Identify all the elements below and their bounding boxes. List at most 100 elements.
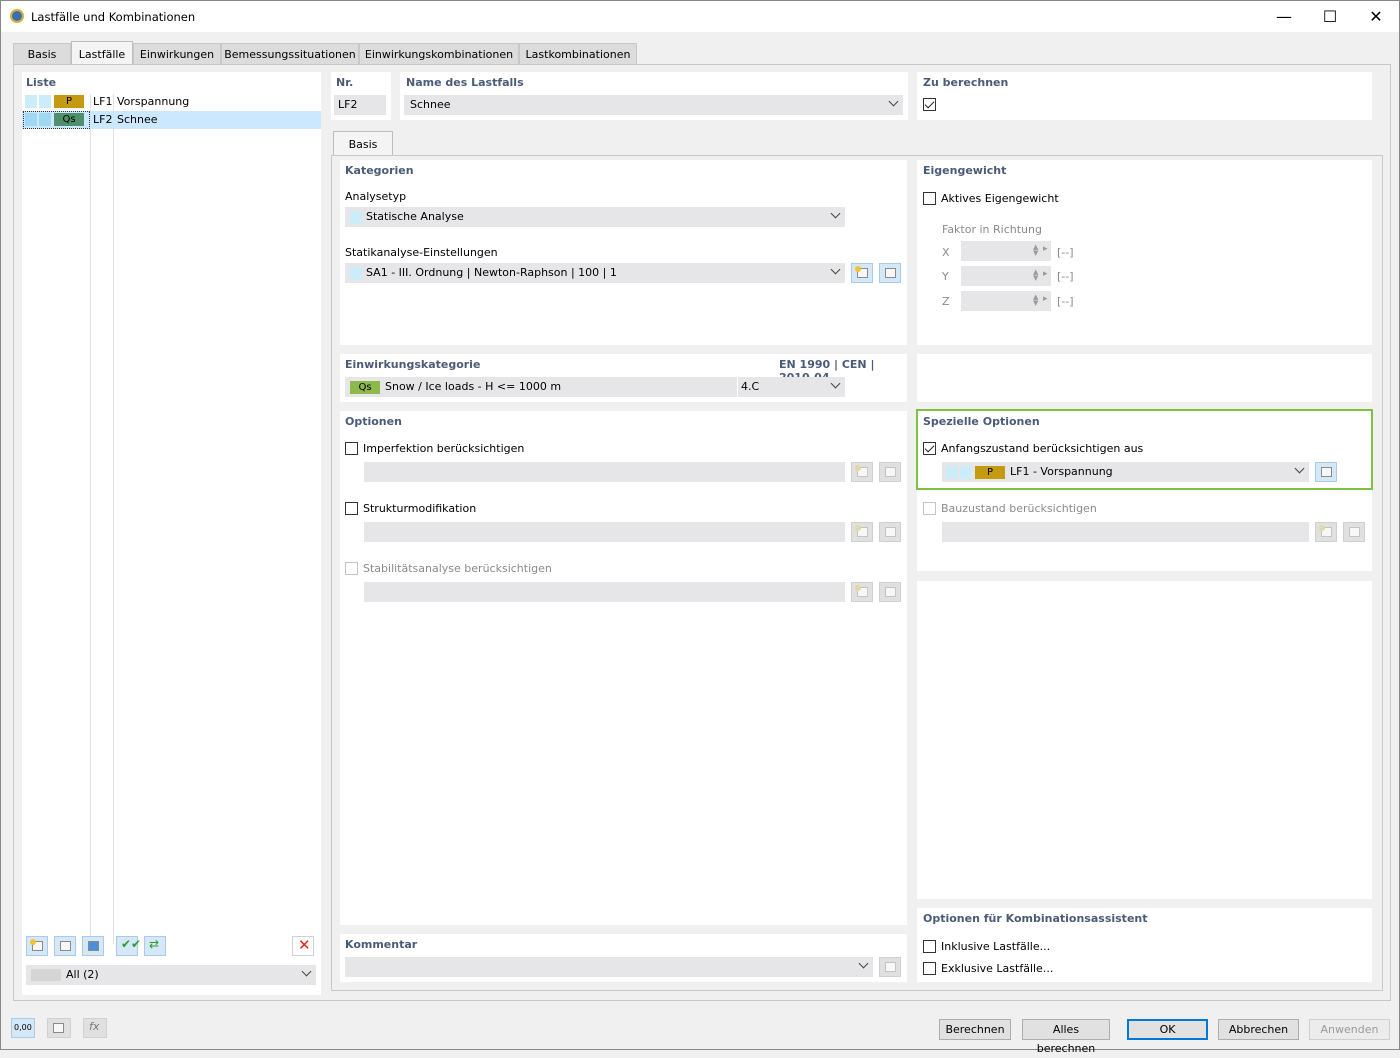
list-filter-select[interactable]: All (2) — [26, 965, 316, 985]
calc-checkbox[interactable] — [923, 98, 936, 111]
faktor-label: Faktor in Richtung — [942, 223, 1042, 236]
eigengewicht-header: Eigengewicht — [923, 164, 1007, 177]
toggle-check-icon[interactable]: ⇄ — [144, 936, 166, 956]
display-properties-icon[interactable] — [47, 1018, 71, 1038]
color-square — [350, 211, 362, 224]
import-button[interactable] — [82, 936, 104, 956]
minimize-button[interactable]: — — [1261, 1, 1307, 32]
app-icon — [10, 9, 24, 23]
settings-select[interactable]: SA1 - III. Ordnung | Newton-Raphson | 10… — [345, 263, 845, 283]
filter-swatch — [31, 969, 61, 981]
eigengewicht-panel: Eigengewicht Aktives Eigengewicht Faktor… — [917, 160, 1372, 345]
loadcase-name: Schnee — [117, 113, 158, 126]
list-header: Liste — [26, 76, 57, 89]
kombi-panel: Optionen für Kombinationsassistent Inklu… — [917, 908, 1372, 982]
window-title: Lastfälle und Kombinationen — [31, 10, 196, 24]
list-item[interactable]: P LF1 Vorspannung — [22, 93, 321, 111]
subtab-basis[interactable]: Basis — [333, 131, 393, 156]
calc-label: Zu berechnen — [923, 76, 1009, 89]
anwenden-button: Anwenden — [1309, 1019, 1390, 1040]
tab-basis[interactable]: Basis — [13, 43, 71, 65]
analysetyp-label: Analysetyp — [345, 190, 407, 203]
ok-button[interactable]: OK — [1127, 1019, 1208, 1040]
tab-lastkombinationen[interactable]: Lastkombinationen — [519, 43, 637, 65]
loadcase-id: LF1 — [93, 95, 113, 108]
delete-button[interactable]: ✕ — [292, 936, 314, 956]
kommentar-panel: Kommentar — [340, 934, 907, 982]
list-item-selected[interactable]: Qs LF2 Schnee — [22, 111, 321, 129]
bauzustand-checkbox — [923, 502, 936, 515]
chevron-down-icon — [830, 378, 841, 389]
tab-einwirkungen[interactable]: Einwirkungen — [133, 43, 221, 65]
close-button[interactable]: ✕ — [1353, 1, 1399, 32]
new-loadcase-button[interactable] — [26, 936, 48, 956]
factor-z-spinner[interactable]: ▲ ▼ ▸ — [961, 291, 1051, 311]
inklusive-checkbox[interactable] — [923, 940, 936, 953]
units-icon-text: 0,00 — [14, 1023, 32, 1032]
name-select[interactable]: Schnee — [404, 95, 903, 115]
color-square — [39, 95, 51, 108]
edit-bauzustand-button — [1343, 522, 1365, 542]
exklusive-label: Exklusive Lastfälle... — [941, 962, 1054, 975]
bauzustand-field — [942, 522, 1309, 542]
strukturmod-field — [364, 522, 845, 542]
function-icon[interactable]: fx — [83, 1018, 107, 1038]
color-square — [350, 267, 362, 280]
eigengewicht-checkbox[interactable] — [923, 192, 936, 205]
edit-stabilitaet-button — [879, 582, 901, 602]
optionen-header: Optionen — [345, 415, 402, 428]
axis-z-label: Z — [942, 295, 950, 308]
new-stabilitaet-button — [851, 582, 873, 602]
chevron-down-icon — [830, 264, 841, 275]
edit-imperfektion-button — [879, 462, 901, 482]
einwirkung-code: 4.C — [741, 380, 760, 393]
name-label: Name des Lastfalls — [406, 76, 524, 89]
units-icon[interactable]: 0,00 — [11, 1018, 35, 1038]
analysetyp-select[interactable]: Statische Analyse — [345, 207, 845, 227]
edit-strukturmod-button — [879, 522, 901, 542]
loadcase-badge: P — [54, 95, 84, 108]
new-imperfektion-button — [851, 462, 873, 482]
tab-bemessungssituationen[interactable]: Bemessungssituationen — [221, 43, 359, 65]
check-all-icon[interactable]: ✔✔ — [116, 936, 141, 956]
factor-x-spinner[interactable]: ▲ ▼ ▸ — [961, 241, 1051, 261]
imperfektion-checkbox[interactable] — [345, 442, 358, 455]
loadcase-name: Vorspannung — [117, 95, 190, 108]
axis-z-unit: [--] — [1057, 295, 1074, 308]
name-value: Schnee — [410, 98, 451, 111]
edit-settings-button[interactable] — [879, 263, 901, 283]
list-divider — [113, 94, 114, 944]
nr-value: LF2 — [338, 98, 358, 111]
tab-lastfaelle[interactable]: Lastfälle — [71, 41, 133, 65]
copy-loadcase-button[interactable] — [54, 936, 76, 956]
tab-einwirkungskombinationen[interactable]: Einwirkungskombinationen — [359, 43, 519, 65]
title-bar: Lastfälle und Kombinationen — ☐ ✕ — [1, 1, 1399, 32]
empty-panel — [917, 354, 1372, 402]
new-settings-button[interactable] — [851, 263, 873, 283]
empty-panel-2 — [917, 581, 1372, 899]
exklusive-checkbox[interactable] — [923, 962, 936, 975]
filter-value: All (2) — [66, 968, 99, 981]
settings-value: SA1 - III. Ordnung | Newton-Raphson | 10… — [366, 266, 617, 279]
inklusive-label: Inklusive Lastfälle... — [941, 940, 1051, 953]
alles-berechnen-button[interactable]: Alles berechnen — [1022, 1019, 1110, 1055]
chevron-down-icon — [858, 958, 869, 969]
color-square — [25, 95, 37, 108]
berechnen-button[interactable]: Berechnen — [939, 1019, 1011, 1040]
list-divider — [90, 94, 91, 944]
maximize-button[interactable]: ☐ — [1307, 1, 1353, 32]
einwirkung-select[interactable]: Qs Snow / Ice loads - H <= 1000 m 4.C — [345, 377, 845, 397]
abbrechen-button[interactable]: Abbrechen — [1218, 1019, 1299, 1040]
loadcase-id: LF2 — [93, 113, 113, 126]
nr-label: Nr. — [336, 76, 354, 89]
nr-field[interactable]: LF2 — [334, 95, 386, 115]
strukturmod-checkbox[interactable] — [345, 502, 358, 515]
optionen-panel: Optionen Imperfektion berücksichtigen St… — [340, 411, 907, 925]
factor-y-spinner[interactable]: ▲ ▼ ▸ — [961, 266, 1051, 286]
einwirkung-value: Snow / Ice loads - H <= 1000 m — [385, 380, 562, 393]
kommentar-select[interactable] — [345, 957, 873, 977]
kombi-header: Optionen für Kombinationsassistent — [923, 912, 1148, 925]
stabilitaet-checkbox — [345, 562, 358, 575]
chevron-down-icon — [830, 208, 841, 219]
kategorien-header: Kategorien — [345, 164, 414, 177]
